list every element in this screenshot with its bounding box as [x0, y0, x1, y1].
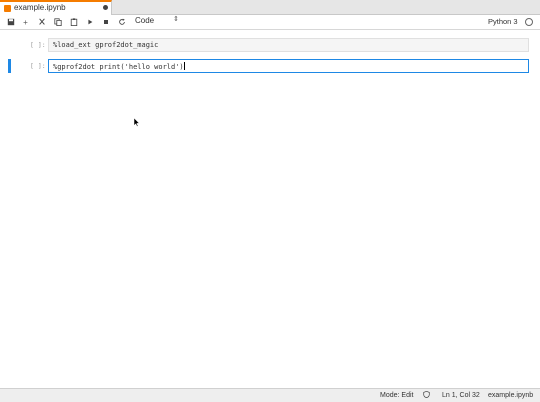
tab-label: example.ipynb [14, 3, 66, 12]
stop-icon [103, 20, 108, 24]
notebook-icon [4, 5, 11, 12]
cut-button[interactable] [35, 16, 48, 28]
notebook-toolbar: + Code ⇕ Python 3 [0, 15, 540, 30]
insert-cell-button[interactable]: + [19, 16, 32, 28]
cell-editor[interactable]: %load_ext gprof2dot_magic [48, 38, 529, 52]
unsaved-dot-icon[interactable] [103, 5, 108, 10]
cell-type-value: Code [135, 16, 155, 25]
cell-collapser[interactable] [8, 59, 11, 73]
cell-code: %gprof2dot print('hello world') [53, 63, 184, 71]
cell-prompt: [ ]: [30, 62, 46, 70]
play-icon [87, 19, 92, 25]
cell-editor[interactable]: %gprof2dot print('hello world') [48, 59, 529, 73]
save-button[interactable] [4, 16, 17, 28]
mode-indicator: Mode: Edit [380, 392, 414, 399]
paste-button[interactable] [67, 16, 80, 28]
restart-button[interactable] [115, 16, 128, 28]
kernel-status-icon [525, 18, 533, 26]
scissors-icon [38, 18, 45, 25]
cell-type-select[interactable]: Code ⇕ [135, 16, 179, 27]
code-cell[interactable]: [ ]: %load_ext gprof2dot_magic [8, 38, 532, 52]
run-button[interactable] [83, 16, 96, 28]
restart-icon [118, 18, 125, 25]
cell-code: %load_ext gprof2dot_magic [53, 41, 159, 49]
copy-button[interactable] [51, 16, 64, 28]
shield-icon[interactable] [423, 391, 430, 398]
paste-icon [70, 18, 77, 26]
interrupt-button[interactable] [99, 16, 112, 28]
cell-code-line: %gprof2dot print('hello world') [53, 62, 185, 71]
text-cursor [183, 62, 185, 70]
cursor-position[interactable]: Ln 1, Col 32 [442, 392, 480, 399]
updown-chevron-icon: ⇕ [173, 16, 179, 23]
status-bar: Mode: Edit Ln 1, Col 32 example.ipynb [0, 388, 540, 402]
tab-example-ipynb[interactable]: example.ipynb [0, 0, 112, 15]
save-icon [7, 18, 14, 26]
tab-bar: example.ipynb [0, 0, 540, 15]
copy-icon [53, 18, 62, 26]
status-filename: example.ipynb [488, 392, 534, 399]
cell-prompt: [ ]: [30, 41, 46, 49]
code-cell-active[interactable]: [ ]: %gprof2dot print('hello world') [8, 59, 532, 73]
kernel-name[interactable]: Python 3 [488, 17, 518, 26]
mouse-pointer-icon [134, 118, 140, 127]
cell-collapser[interactable] [8, 38, 11, 52]
plus-icon: + [23, 17, 28, 27]
